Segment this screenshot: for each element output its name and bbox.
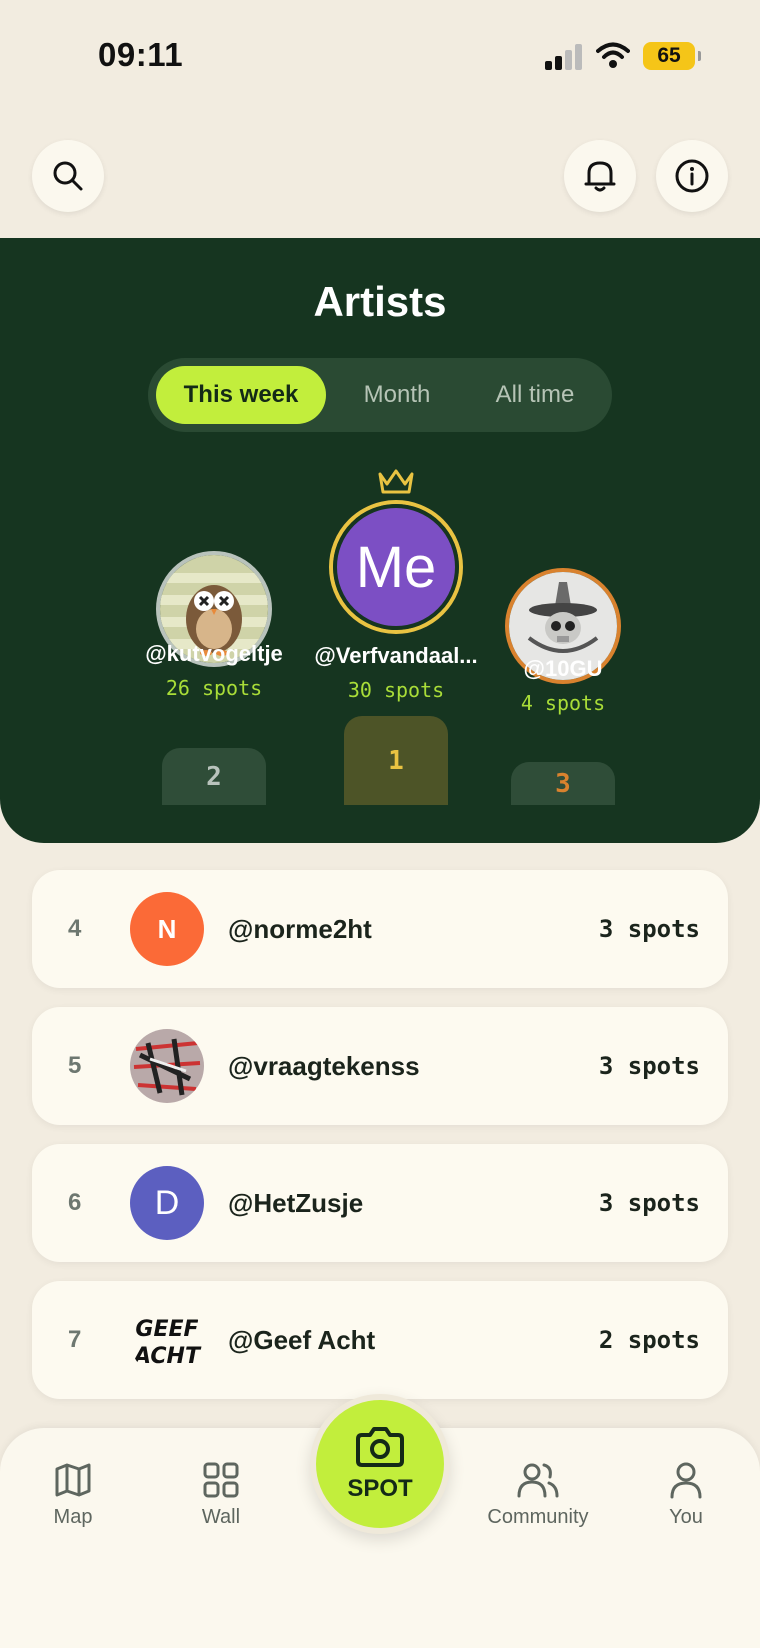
avatar: GEEF ACHT <box>130 1303 204 1377</box>
spot-label: SPOT <box>347 1475 413 1502</box>
leaderboard-hero: Artists This week Month All time @kutvog… <box>0 238 760 843</box>
notifications-button[interactable] <box>564 140 636 212</box>
avatar-first[interactable]: Me <box>329 500 463 634</box>
list-item[interactable]: 7 GEEF ACHT @Geef Acht 2 spots <box>32 1281 728 1399</box>
pedestal-third: 3 <box>511 762 615 805</box>
second-place-spots: 26 spots <box>165 676 263 700</box>
status-bar: 09:11 65 <box>0 0 760 110</box>
nav-wall[interactable]: Wall <box>151 1460 291 1529</box>
camera-icon <box>356 1427 404 1467</box>
battery-indicator: 65 <box>643 42 701 70</box>
user-icon <box>670 1462 702 1499</box>
svg-text:ACHT: ACHT <box>132 1344 202 1369</box>
info-button[interactable] <box>656 140 728 212</box>
spot-count: 3 spots <box>598 1052 700 1080</box>
pedestal-first: 1 <box>344 716 448 805</box>
spot-count: 2 spots <box>598 1326 700 1354</box>
spot-count: 3 spots <box>598 915 700 943</box>
list-item[interactable]: 4 N @norme2ht 3 spots <box>32 870 728 988</box>
third-place-spots: 4 spots <box>520 691 606 715</box>
artist-name: @norme2ht <box>228 914 372 944</box>
graffiti-avatar-image <box>130 1029 204 1103</box>
signal-icon <box>545 44 585 70</box>
rank-number: 4 <box>68 915 82 942</box>
artist-name: @HetZusje <box>228 1188 364 1218</box>
ranking-list: 4 N @norme2ht 3 spots 5 @vraagtekenss 3 … <box>32 870 728 1418</box>
avatar: N <box>130 892 204 966</box>
search-button[interactable] <box>32 140 104 212</box>
third-place-name[interactable]: @10GU <box>463 656 663 682</box>
grid-icon <box>203 1462 239 1498</box>
rank-number: 5 <box>68 1052 82 1079</box>
second-place-name[interactable]: @kutvogeltje <box>114 641 314 667</box>
users-icon <box>517 1463 559 1498</box>
spot-button[interactable]: SPOT <box>310 1394 450 1534</box>
status-time: 09:11 <box>98 36 184 73</box>
nav-map-label: Map <box>53 1506 93 1528</box>
bell-icon <box>584 161 616 192</box>
period-tabs: This week Month All time <box>148 358 612 432</box>
geef-acht-logo: GEEF ACHT <box>132 1317 202 1369</box>
tab-all-time[interactable]: All time <box>466 366 604 424</box>
list-item[interactable]: 5 @vraagtekenss 3 spots <box>32 1007 728 1125</box>
nav-you-label: You <box>669 1506 703 1528</box>
crown-icon <box>378 469 414 494</box>
nav-map[interactable]: Map <box>3 1460 143 1529</box>
pedestal-second: 2 <box>162 748 266 805</box>
rank-number: 7 <box>68 1326 82 1353</box>
spot-count: 3 spots <box>598 1189 700 1217</box>
page-title: Artists <box>313 278 447 325</box>
artist-name: @vraagtekenss <box>228 1051 420 1081</box>
wifi-icon <box>596 42 630 68</box>
nav-community[interactable]: Community <box>468 1460 608 1529</box>
svg-text:GEEF: GEEF <box>135 1317 198 1342</box>
artist-name: @Geef Acht <box>228 1325 376 1355</box>
search-icon <box>53 161 83 191</box>
tab-month[interactable]: Month <box>338 366 456 424</box>
nav-wall-label: Wall <box>201 1506 241 1528</box>
nav-community-label: Community <box>487 1506 589 1528</box>
list-item[interactable]: 6 D @HetZusje 3 spots <box>32 1144 728 1262</box>
tab-this-week[interactable]: This week <box>156 366 326 424</box>
rank-number: 6 <box>68 1189 82 1216</box>
info-icon <box>675 159 709 193</box>
avatar <box>130 1029 204 1103</box>
avatar-initials: Me <box>333 504 459 630</box>
avatar: D <box>130 1166 204 1240</box>
nav-you[interactable]: You <box>616 1460 756 1529</box>
map-icon <box>55 1463 91 1497</box>
